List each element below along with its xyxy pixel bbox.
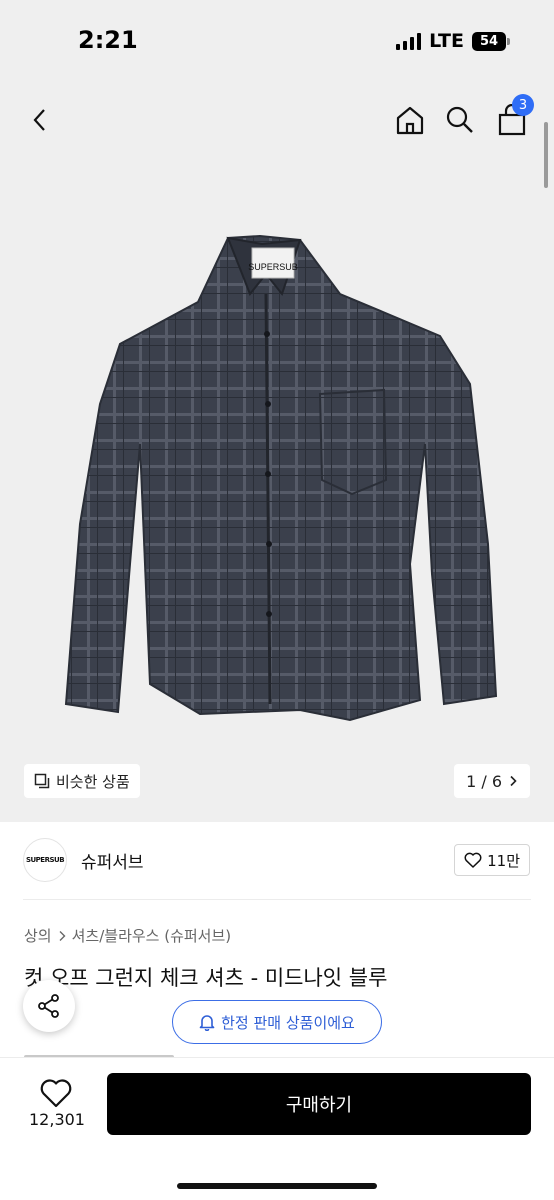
brand-row[interactable]: SUPERSUB 슈퍼서브 11만 [0, 836, 554, 892]
similar-icon [34, 773, 50, 789]
share-button[interactable] [23, 980, 75, 1032]
home-button[interactable] [390, 100, 430, 140]
page-indicator-label: 1 / 6 [466, 771, 502, 791]
search-icon [446, 106, 473, 133]
status-bar: 2:21 LTE 54 [0, 0, 554, 84]
breadcrumb: 상의 셔츠/블라우스 (슈퍼서브) [24, 925, 231, 946]
buy-button[interactable]: 구매하기 [107, 1073, 531, 1135]
shirt-image: SUPERSUB [64, 234, 498, 722]
wishlist-count: 12,301 [29, 1110, 85, 1129]
search-button[interactable] [440, 100, 480, 140]
brand-like-count: 11만 [487, 851, 520, 870]
bottom-purchase-bar: 12,301 구매하기 [0, 1058, 554, 1200]
back-button[interactable] [20, 100, 60, 140]
network-label: LTE [429, 30, 464, 52]
similar-products-label: 비슷한 상품 [56, 772, 130, 791]
wishlist-heart-icon[interactable] [40, 1078, 72, 1108]
home-icon [396, 106, 424, 135]
cart-count-badge: 3 [512, 94, 534, 116]
limited-sale-label: 한정 판매 상품이에요 [221, 1013, 355, 1032]
signal-icon [396, 32, 422, 50]
top-navigation: 3 [0, 84, 554, 156]
status-time: 2:21 [78, 26, 138, 54]
product-title: 컷 오프 그런지 체크 셔츠 - 미드나잇 블루 [24, 966, 388, 990]
product-image-gallery[interactable]: SUPERSUB 비슷한 상품 1 / 6 [0, 84, 554, 822]
page-indicator[interactable]: 1 / 6 [454, 764, 530, 798]
bell-icon [199, 1015, 215, 1031]
similar-products-button[interactable]: 비슷한 상품 [24, 764, 140, 798]
heart-icon [464, 852, 482, 868]
chevron-right-icon [59, 930, 66, 941]
divider [23, 899, 531, 900]
battery-level: 54 [472, 31, 506, 51]
brand-logo[interactable]: SUPERSUB [23, 838, 67, 882]
limited-sale-notice[interactable]: 한정 판매 상품이에요 [172, 1000, 382, 1044]
cart-button[interactable]: 3 [492, 94, 534, 140]
home-indicator [177, 1183, 377, 1189]
battery-icon: 54 [472, 31, 510, 51]
breadcrumb-category[interactable]: 상의 [24, 925, 52, 946]
brand-like-button[interactable]: 11만 [454, 844, 530, 876]
back-icon [33, 109, 45, 131]
status-indicators: LTE 54 [396, 30, 510, 52]
brand-name[interactable]: 슈퍼서브 [81, 848, 144, 873]
breadcrumb-subcategory[interactable]: 셔츠/블라우스 (슈퍼서브) [72, 925, 232, 946]
share-icon [38, 994, 59, 1018]
chevron-right-icon [510, 775, 517, 787]
scroll-indicator[interactable] [544, 122, 548, 188]
shirt-label-text: SUPERSUB [248, 262, 298, 272]
